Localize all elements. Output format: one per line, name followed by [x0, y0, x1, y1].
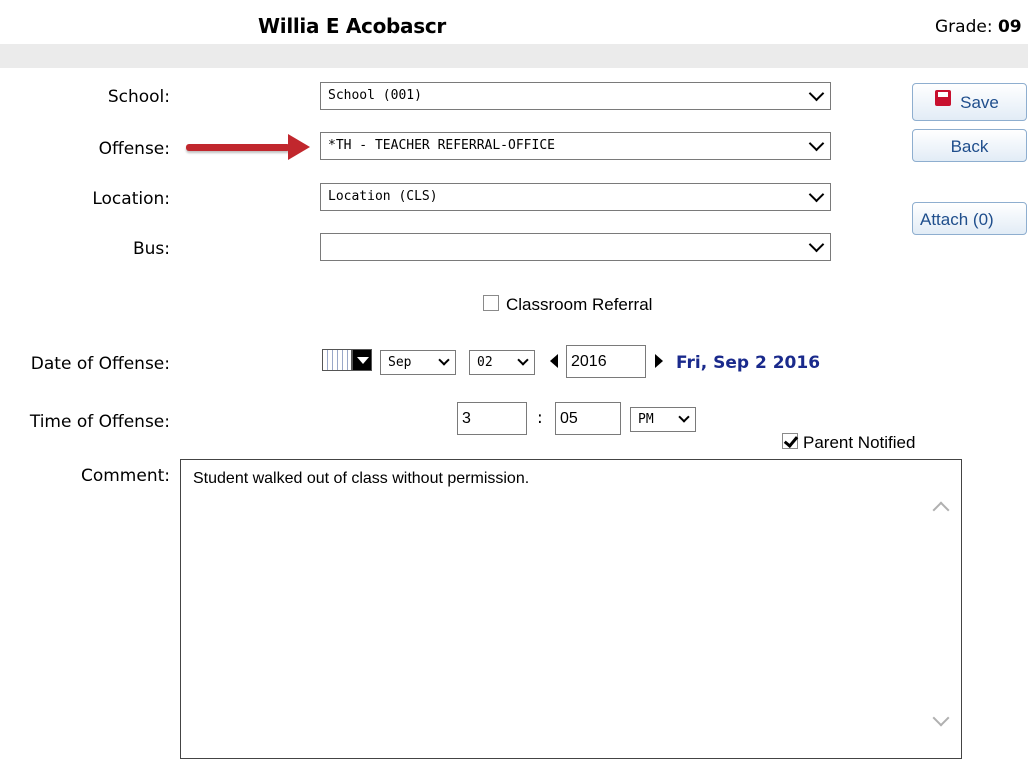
parent-notified-checkbox[interactable] [782, 432, 799, 449]
grade-label: Grade: 09 [935, 17, 1022, 37]
offense-label: Offense: [98, 139, 170, 159]
ampm-select-value: PM [638, 412, 654, 427]
floppy-disk-icon [935, 90, 951, 106]
header-divider-bar [0, 44, 1028, 68]
comment-text: Student walked out of class without perm… [193, 470, 530, 487]
school-select[interactable]: School (001) [320, 82, 831, 110]
bus-select[interactable] [320, 233, 831, 261]
school-label: School: [107, 87, 170, 107]
grade-value: 09 [997, 17, 1022, 37]
classroom-referral-checkbox[interactable] [483, 295, 499, 311]
location-select[interactable]: Location (CLS) [320, 183, 831, 211]
chevron-down-icon [517, 354, 529, 366]
time-separator: : [537, 408, 543, 428]
day-select-value: 02 [477, 355, 493, 370]
offense-select[interactable]: *TH - TEACHER REFERRAL-OFFICE [320, 132, 831, 160]
location-label: Location: [92, 189, 170, 209]
chevron-down-icon [808, 85, 825, 102]
red-arrow-indicator [186, 144, 290, 151]
comment-label: Comment: [80, 466, 170, 486]
save-button[interactable]: Save [912, 83, 1027, 121]
classroom-referral-label: Classroom Referral [506, 295, 653, 314]
parent-notified-label: Parent Notified [803, 433, 916, 452]
checkmark-icon [783, 432, 799, 449]
attach-button-label: Attach (0) [920, 210, 994, 229]
date-of-offense-label: Date of Offense: [30, 354, 170, 374]
minute-input[interactable]: 05 [555, 402, 621, 435]
previous-year-icon[interactable] [550, 354, 558, 368]
comment-textarea[interactable]: Student walked out of class without perm… [180, 459, 962, 759]
back-button[interactable]: Back [912, 129, 1027, 162]
calendar-icon[interactable] [322, 349, 352, 371]
hour-input[interactable]: 3 [457, 402, 527, 435]
chevron-down-icon [678, 411, 690, 423]
school-select-value: School (001) [328, 88, 422, 103]
month-select[interactable]: Sep [380, 350, 456, 375]
location-select-value: Location (CLS) [328, 189, 438, 204]
chevron-down-icon [808, 186, 825, 203]
grade-label-text: Grade: [935, 17, 993, 37]
bus-label: Bus: [132, 239, 170, 259]
calendar-dropdown-icon[interactable] [352, 349, 372, 371]
attach-button[interactable]: Attach (0) [912, 202, 1027, 235]
student-name: Willia E Acobascr [258, 14, 446, 38]
next-year-icon[interactable] [655, 354, 663, 368]
offense-select-value: *TH - TEACHER REFERRAL-OFFICE [328, 138, 555, 153]
day-select[interactable]: 02 [469, 350, 535, 375]
month-select-value: Sep [388, 355, 412, 370]
scroll-up-icon[interactable] [932, 501, 950, 519]
red-arrow-head [288, 134, 310, 160]
time-of-offense-label: Time of Offense: [29, 412, 170, 432]
year-input[interactable]: 2016 [566, 345, 646, 378]
date-display: Fri, Sep 2 2016 [676, 353, 821, 373]
ampm-select[interactable]: PM [630, 407, 696, 432]
scroll-down-icon[interactable] [932, 709, 950, 727]
chevron-down-icon [808, 135, 825, 152]
chevron-down-icon [438, 354, 450, 366]
chevron-down-icon [808, 236, 825, 253]
back-button-label: Back [950, 137, 989, 156]
